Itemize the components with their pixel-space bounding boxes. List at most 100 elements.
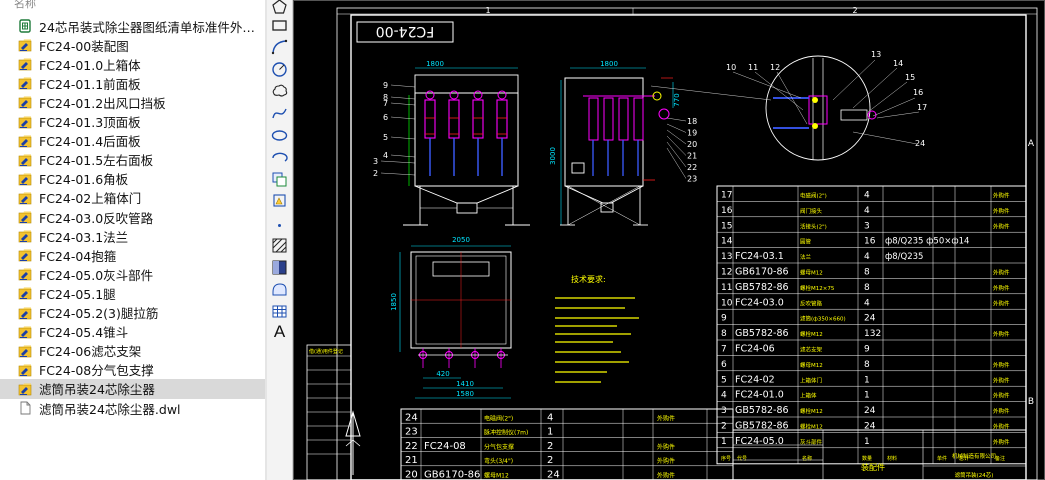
file-item[interactable]: FC24-04抱箍 — [0, 245, 265, 265]
bom-cell: 22 — [405, 441, 418, 452]
file-item[interactable]: FC24-05.1腿 — [0, 283, 265, 303]
region-tool[interactable] — [270, 280, 289, 299]
technical-notes: 技术要求: — [555, 274, 639, 383]
hopper-outlet — [456, 202, 478, 214]
file-item[interactable]: FC24-01.2出风口挡板 — [0, 92, 265, 112]
bom-cell: 外购件 — [657, 443, 675, 451]
bom-header-cell: 序号 — [721, 455, 731, 462]
leader-line — [390, 96, 416, 100]
drawing-canvas[interactable]: 1 2 A B FC24-00 1800 9 8 7 6 5 4 3 2 1800 3000 770 18 19 20… — [293, 0, 1045, 480]
bom-cell: 8 — [864, 268, 870, 278]
inspection-door — [571, 162, 585, 174]
insert-block-tool[interactable] — [270, 170, 289, 189]
polygon-tool[interactable] — [270, 0, 289, 17]
bom-cell: 脉冲控制仪(7m) — [484, 429, 528, 437]
file-item[interactable]: FC24-03.1法兰 — [0, 226, 265, 246]
file-item-label: FC24-06滤芯支架 — [39, 344, 142, 360]
revision-cloud-tool[interactable] — [270, 82, 289, 101]
ellipse-arc-tool[interactable] — [270, 148, 289, 167]
dimension-label: 1800 — [426, 60, 444, 68]
file-item[interactable]: FC24-01.5左右面板 — [0, 150, 265, 170]
bom-cell: 8 — [721, 329, 727, 339]
file-item[interactable]: 24芯吊装式除尘器图纸清单标准件外购... — [0, 16, 265, 36]
detail-flange — [808, 95, 828, 125]
gradient-tool[interactable] — [270, 258, 289, 277]
bom-cell: 外购件 — [993, 269, 1010, 277]
circle-icon — [272, 62, 287, 77]
file-item[interactable]: FC24-02上箱体门 — [0, 188, 265, 208]
bom-cell: 上箱体 — [800, 392, 817, 400]
dwg-file-icon — [18, 211, 32, 224]
file-item[interactable]: FC24-01.4后面板 — [0, 131, 265, 151]
bom-cell: ф8/Q235 — [885, 252, 923, 262]
ellipse-icon — [271, 130, 288, 141]
region-icon — [272, 283, 287, 296]
bom-cell: 4 — [864, 191, 870, 201]
filter-cartridge — [588, 97, 599, 141]
callout-number: 17 — [917, 103, 927, 112]
table-tool[interactable] — [270, 302, 289, 321]
dwg-file-icon — [18, 58, 32, 71]
file-item[interactable]: FC24-05.0灰斗部件 — [0, 264, 265, 284]
draw-toolbar: A — [267, 0, 293, 480]
callout-number: 21 — [687, 152, 697, 161]
column-header-name[interactable]: 名称 — [0, 0, 265, 14]
bom-cell: 外购件 — [993, 207, 1010, 215]
gradient-icon — [272, 260, 287, 275]
dwg-file-icon — [18, 268, 32, 281]
title-assembly: 装配件 — [861, 462, 885, 472]
leader-line — [666, 123, 687, 133]
bom-cell: 螺母M12 — [800, 361, 823, 369]
hopper-cone — [414, 185, 519, 204]
bom-table-bottom: 24 电磁阀(2") 4 外购件23 脉冲控制仪(7m) 122 FC24-08 分气包支撑 2… — [400, 408, 734, 480]
plan-view: 2050 1850 420 1410 1580 — [390, 236, 512, 399]
hopper-cone — [564, 185, 644, 204]
file-item-label: FC24-01.0上箱体 — [39, 57, 141, 73]
dimension-label: 1850 — [390, 293, 398, 311]
ellipse-tool[interactable] — [270, 126, 289, 145]
spline-tool[interactable] — [270, 104, 289, 123]
dwg-file-icon — [18, 230, 32, 243]
arc-tool[interactable] — [270, 38, 289, 57]
bom-cell: 外购件 — [993, 284, 1010, 292]
bom-cell: 8 — [864, 360, 870, 370]
file-item[interactable]: FC24-03.0反吹管路 — [0, 207, 265, 227]
file-panel: 名称 24芯吊装式除尘器图纸清单标准件外购... FC24-00装配图 FC24-0… — [0, 0, 265, 480]
bom-header-cell: 备注 — [995, 455, 1005, 462]
bom-cell: 外购件 — [657, 415, 675, 423]
file-item[interactable]: FC24-01.6角板 — [0, 169, 265, 189]
callout-number: 4 — [383, 151, 388, 160]
excel-file-icon — [19, 19, 31, 33]
callout-number: 6 — [383, 113, 388, 122]
file-item-label: FC24-01.1前面板 — [39, 76, 141, 92]
notes-title: 技术要求: — [571, 274, 606, 284]
file-item[interactable]: FC24-06滤芯支架 — [0, 341, 265, 361]
file-item[interactable]: FC24-01.0上箱体 — [0, 54, 265, 74]
bom-header-cell: 代号 — [737, 455, 747, 462]
cad-drawing[interactable]: 1 2ABFC24-0018009876543218003000770181920… — [293, 0, 1045, 480]
callout-number: 16 — [913, 88, 923, 97]
leader-line — [852, 131, 918, 145]
point-tool[interactable] — [270, 216, 289, 235]
file-item[interactable]: 滤筒吊装24芯除尘器 — [0, 378, 265, 399]
bom-header-cell: 数量 — [862, 455, 872, 462]
bom-cell: 17 — [721, 191, 732, 201]
file-item[interactable]: FC24-05.4锥斗 — [0, 322, 265, 342]
rectangle-tool[interactable] — [270, 16, 289, 35]
hatch-tool[interactable] — [270, 236, 289, 255]
file-item[interactable]: FC24-01.1前面板 — [0, 73, 265, 93]
circle-tool[interactable] — [270, 60, 289, 79]
file-item-label: 滤筒吊装24芯除尘器 — [39, 382, 155, 398]
file-item[interactable]: FC24-05.2(3)腿拉筋 — [0, 303, 265, 323]
file-item[interactable]: FC24-01.3顶面板 — [0, 112, 265, 132]
bom-cell: GB5782-86 — [735, 328, 789, 339]
make-block-tool[interactable] — [270, 192, 289, 211]
callout-number: 9 — [383, 81, 388, 90]
file-item-label: FC24-01.5左右面板 — [39, 153, 154, 169]
file-item[interactable]: 滤筒吊装24芯除尘器.dwl — [0, 398, 265, 418]
multiline-text-tool[interactable]: A — [270, 322, 289, 341]
dwg-file-icon — [18, 77, 32, 90]
file-item[interactable]: FC24-08分气包支撑 — [0, 360, 265, 380]
detail-valve — [840, 109, 868, 121]
file-item[interactable]: FC24-00装配图 — [0, 35, 265, 55]
